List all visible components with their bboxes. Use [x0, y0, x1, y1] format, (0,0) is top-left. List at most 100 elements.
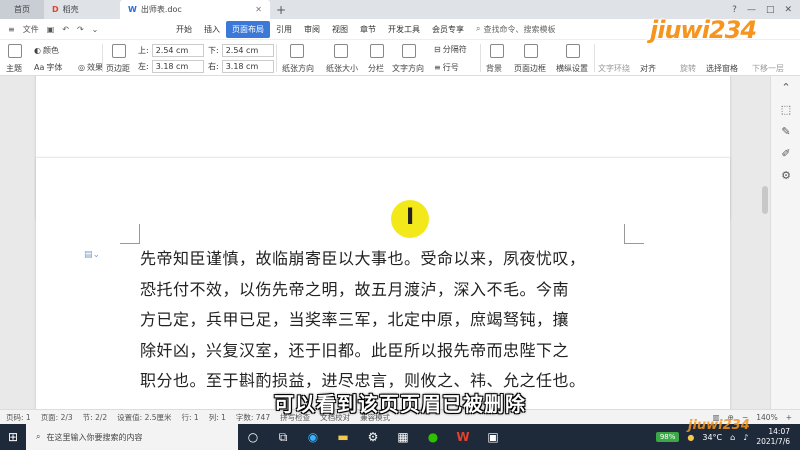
divider [594, 44, 595, 72]
bottom-margin-field[interactable]: 2.54 cm [221, 44, 274, 57]
file-menu[interactable]: 文件 [23, 24, 39, 35]
minimize-icon[interactable]: — [747, 5, 756, 15]
paper-size-button[interactable] [334, 44, 348, 58]
collapse-icon[interactable]: ⌃ [780, 82, 792, 94]
menu-member[interactable]: 会员专享 [426, 21, 470, 38]
wechat-icon[interactable]: ● [418, 424, 448, 450]
orientation-label: 纸张方向 [282, 64, 314, 73]
right-sidebar: ⌃ ⬚ ✎ ✐ ⚙ [762, 76, 800, 409]
page-border-button[interactable] [524, 44, 538, 58]
page-border-label: 页面边框 [514, 64, 546, 73]
store-icon[interactable]: ▦ [388, 424, 418, 450]
document-area[interactable]: I ▤⌄ 先帝知臣谨慎，故临崩寄臣以大事也。受命以来，夙夜忧叹， 恐托付不效，以… [0, 76, 770, 409]
status-section: 节: 2/2 [82, 412, 108, 422]
top-margin-field[interactable]: 2.54 cm [151, 44, 204, 57]
background-label: 背景 [486, 64, 502, 73]
document-body[interactable]: 先帝知臣谨慎，故临崩寄臣以大事也。受命以来，夙夜忧叹， 恐托付不效，以伤先帝之明… [140, 244, 630, 397]
paper-size-icon [334, 44, 348, 58]
command-search[interactable]: ⌕ 查找命令、搜索模板 [476, 24, 555, 35]
quick-access: ≡ 文件 ▣ ↶ ↷ ⌄ [0, 24, 170, 35]
cortana-icon[interactable]: ○ [238, 424, 268, 450]
line-numbers-button[interactable]: ≡ 行号 [434, 62, 459, 73]
task-view-icon[interactable]: ⧉ [268, 424, 298, 450]
menu-review[interactable]: 审阅 [298, 21, 326, 38]
right-margin: 右: 3.18 cm [208, 60, 274, 73]
background-icon [490, 44, 504, 58]
columns-button[interactable] [370, 44, 384, 58]
select-icon[interactable]: ⬚ [780, 104, 792, 116]
undo-icon[interactable]: ↶ [62, 25, 69, 34]
menu-start[interactable]: 开始 [170, 21, 198, 38]
menu-insert[interactable]: 插入 [198, 21, 226, 38]
save-icon[interactable]: ▣ [47, 25, 55, 34]
file-explorer-icon[interactable]: ▬ [328, 424, 358, 450]
status-pages[interactable]: 页面: 2/3 [41, 412, 73, 423]
effect-button[interactable]: ◎ 效果 [78, 62, 103, 73]
maximize-icon[interactable]: □ [766, 5, 775, 15]
redo-icon[interactable]: ↷ [77, 25, 84, 34]
breaks-button[interactable]: ⊟ 分隔符 [434, 44, 467, 55]
text-direction-button[interactable] [402, 44, 416, 58]
edge-icon[interactable]: ◉ [298, 424, 328, 450]
windows-start-icon[interactable]: ⊞ [0, 424, 26, 450]
app-icon[interactable]: ▣ [478, 424, 508, 450]
clock[interactable]: 14:07 2021/7/6 [756, 427, 790, 447]
wps-icon[interactable]: W [448, 424, 478, 450]
help-icon[interactable]: ? [732, 5, 737, 15]
menu-page-layout[interactable]: 页面布局 [226, 20, 270, 38]
effect-icon: ◎ [78, 63, 85, 72]
body-line: 方已定，兵甲已足，当奖率三军，北定中原，庶竭驽钝，攘 [140, 310, 570, 329]
volume-icon[interactable]: ♪ [743, 433, 748, 442]
status-row: 行: 1 [181, 412, 199, 422]
menu-chapter[interactable]: 章节 [354, 21, 382, 38]
paragraph-icon[interactable]: ▤⌄ [84, 250, 100, 260]
rotate-label[interactable]: 旋转 [680, 63, 696, 74]
body-line: 先帝知臣谨慎，故临崩寄臣以大事也。受命以来，夙夜忧叹， [140, 249, 586, 268]
left-margin-field[interactable]: 3.18 cm [151, 60, 204, 73]
menu-icon[interactable]: ≡ [8, 25, 15, 34]
font-button[interactable]: Aa 字体 [34, 62, 62, 73]
next-layer-label[interactable]: 下移一层 [752, 63, 784, 74]
orientation-button[interactable] [290, 44, 304, 58]
status-page-num: 页码: 1 [6, 412, 31, 422]
pen-icon[interactable]: ✎ [780, 126, 792, 138]
theme-icon [8, 44, 22, 58]
tab-home-label: 首页 [14, 5, 30, 14]
text-wrap-label[interactable]: 文字环绕 [598, 63, 630, 74]
settings-icon[interactable]: ⚙ [780, 170, 792, 182]
columns-label: 分栏 [368, 64, 384, 73]
tab-document[interactable]: W 出师表.doc ✕ [120, 0, 270, 19]
vertical-scrollbar[interactable] [762, 186, 768, 214]
theme-button[interactable] [8, 44, 22, 58]
page-current[interactable]: I ▤⌄ 先帝知臣谨慎，故临崩寄臣以大事也。受命以来，夙夜忧叹， 恐托付不效，以… [36, 158, 730, 409]
effect-label: 效果 [86, 63, 103, 72]
layout-toggle-label: 横纵设置 [556, 64, 588, 73]
close-window-icon[interactable]: ✕ [784, 5, 792, 15]
temperature[interactable]: 34°C [702, 433, 722, 442]
zoom-in-icon[interactable]: + [786, 413, 792, 422]
search-icon: ⌕ [476, 24, 481, 33]
zoom-level[interactable]: 140% [756, 413, 777, 422]
menu-references[interactable]: 引用 [270, 21, 298, 38]
network-icon[interactable]: ⌂ [730, 433, 735, 442]
color-button[interactable]: ◐ 颜色 [34, 45, 59, 56]
close-tab-icon[interactable]: ✕ [255, 5, 262, 14]
edit-icon[interactable]: ✐ [780, 148, 792, 160]
columns-icon [370, 44, 384, 58]
menu-view[interactable]: 视图 [326, 21, 354, 38]
layout-toggle-button[interactable] [566, 44, 580, 58]
menu-developer[interactable]: 开发工具 [382, 21, 426, 38]
margins-button[interactable] [112, 44, 126, 58]
new-tab-button[interactable]: + [270, 0, 292, 19]
tab-home[interactable]: 首页 [0, 0, 44, 19]
taskbar-search[interactable]: ⌕ 在这里输入你要搜索的内容 [26, 424, 238, 450]
settings-app-icon[interactable]: ⚙ [358, 424, 388, 450]
font-label: 字体 [46, 63, 63, 72]
right-margin-field[interactable]: 3.18 cm [221, 60, 274, 73]
align-label[interactable]: 对齐 [640, 63, 656, 74]
selection-pane-label[interactable]: 选择窗格 [706, 63, 738, 74]
tab-docer[interactable]: D 稻壳 [44, 0, 120, 19]
chevron-down-icon[interactable]: ⌄ [92, 25, 99, 34]
battery-indicator[interactable]: 98% [655, 432, 680, 442]
background-button[interactable] [490, 44, 504, 58]
